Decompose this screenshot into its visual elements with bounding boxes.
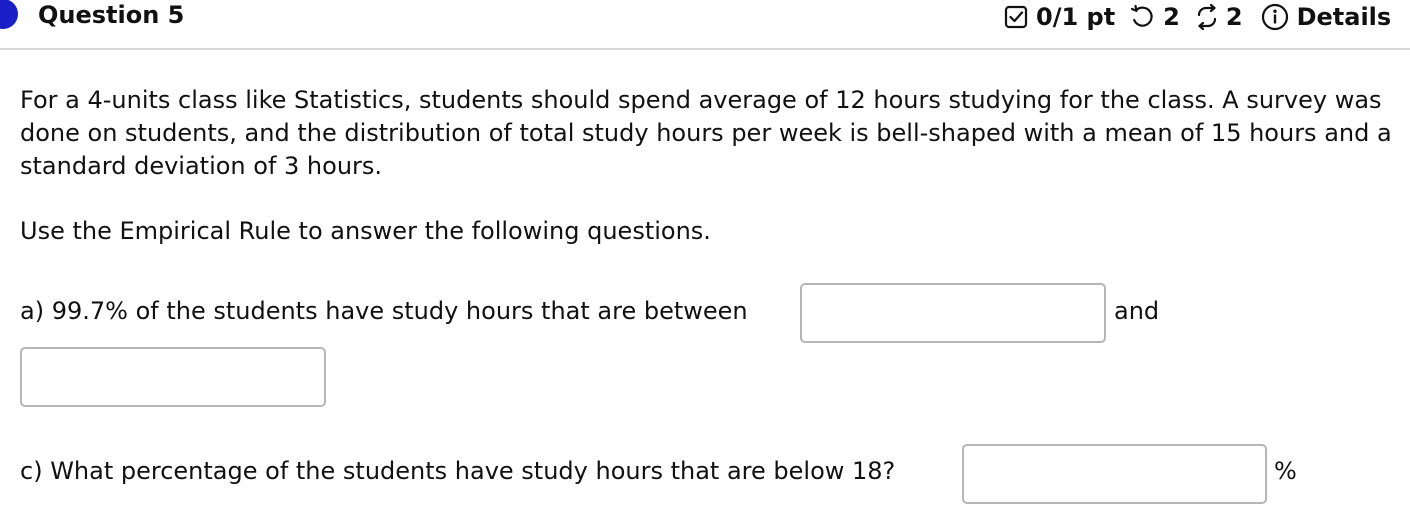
question-meta: 0/1 pt 2 2 Details [1004, 0, 1391, 34]
part-a-upper-input[interactable] [20, 347, 326, 407]
status-dot-icon [0, 0, 18, 29]
score-text: 0/1 pt [1036, 3, 1116, 31]
question-page: Question 5 0/1 pt 2 2 Details For a 4-un… [0, 0, 1410, 505]
part-c-percent-input[interactable] [962, 444, 1267, 504]
percent-unit-label: % [1274, 457, 1297, 485]
part-a-lower-input[interactable] [800, 283, 1106, 343]
part-a-and-label: and [1114, 297, 1160, 325]
part-a-prompt: a) 99.7% of the students have study hour… [20, 297, 748, 325]
question-header: Question 5 0/1 pt 2 2 Details [0, 0, 1410, 50]
question-title: Question 5 [38, 1, 185, 29]
question-text: For a 4-units class like Statistics, stu… [20, 86, 1392, 180]
retry-icon [1131, 4, 1153, 27]
attempts-icon [1197, 4, 1216, 30]
checkbox-icon [1004, 5, 1028, 29]
info-icon[interactable] [1261, 3, 1289, 31]
instruction-text: Use the Empirical Rule to answer the fol… [20, 217, 711, 245]
attempts-count: 2 [1225, 3, 1243, 31]
retries-count: 2 [1163, 3, 1180, 31]
details-link[interactable]: Details [1297, 2, 1392, 32]
